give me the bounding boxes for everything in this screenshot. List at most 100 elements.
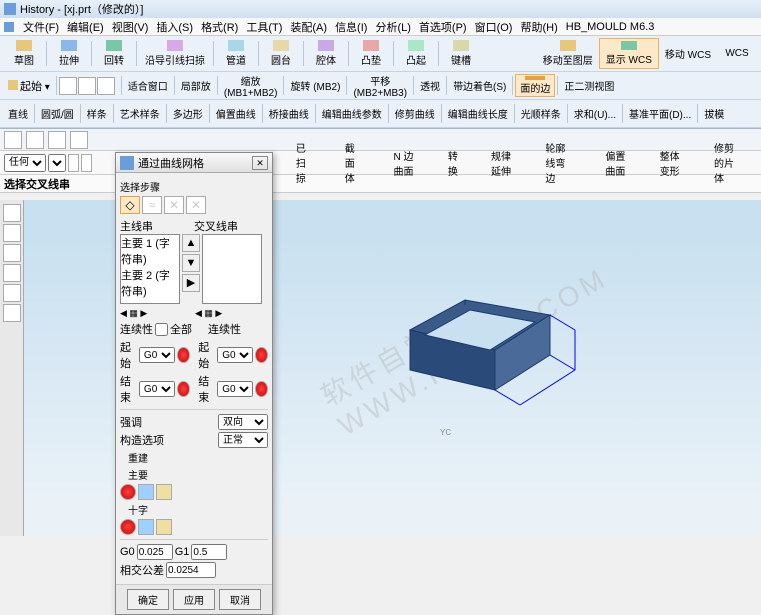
btn-edit-curve-param[interactable]: 编辑曲线参数 xyxy=(318,102,386,125)
btn-pad[interactable]: 凸垫 xyxy=(351,38,391,69)
step-4[interactable]: ✕ xyxy=(186,196,206,214)
menu-window[interactable]: 窗口(O) xyxy=(472,19,516,35)
btn-line[interactable]: 直线 xyxy=(4,102,32,125)
btn-zoom-local[interactable]: 局部放 xyxy=(177,74,215,97)
btn-spline[interactable]: 样条 xyxy=(83,102,111,125)
btn-move-wcs[interactable]: 移动 WCS xyxy=(659,38,717,69)
btn-artspline[interactable]: 艺术样条 xyxy=(116,102,164,125)
primary-opt-3[interactable] xyxy=(156,484,172,500)
tab-section[interactable]: 截面体 xyxy=(330,137,377,188)
start-btn-r[interactable] xyxy=(255,347,268,363)
btn-persp[interactable]: 透视 xyxy=(416,74,444,97)
btn-shell[interactable]: 腔体 xyxy=(306,38,346,69)
menu-format[interactable]: 格式(R) xyxy=(198,19,241,35)
step-1[interactable]: ◇ xyxy=(120,196,140,214)
btn-start[interactable]: 起始 ▾ xyxy=(4,74,54,97)
tab-profile[interactable]: 轮廓线弯边 xyxy=(530,137,588,188)
btn-fit[interactable]: 适合窗口 xyxy=(124,74,172,97)
btn-smooth-spline[interactable]: 光顺样条 xyxy=(517,102,565,125)
primary-list[interactable]: 主要 1 (字符串) 主要 2 (字符串) xyxy=(120,234,180,304)
menu-file[interactable]: 文件(F) xyxy=(20,19,62,35)
btn-trim-curve[interactable]: 修剪曲线 xyxy=(391,102,439,125)
move-right[interactable]: ▶ xyxy=(182,274,200,292)
start-g0-r[interactable]: G0 xyxy=(217,347,253,363)
move-down[interactable]: ▼ xyxy=(182,254,200,272)
toolbtn-2[interactable] xyxy=(78,77,96,95)
side-2[interactable] xyxy=(3,224,21,242)
all-checkbox[interactable] xyxy=(155,323,168,336)
primary-opt-1[interactable] xyxy=(120,484,136,500)
btn-zoom[interactable]: 缩放(MB1+MB2) xyxy=(220,74,282,97)
apply-button[interactable]: 应用 xyxy=(173,589,215,610)
dialog-close-button[interactable]: ✕ xyxy=(252,156,268,170)
btn-datum-plane[interactable]: 基准平面(D)... xyxy=(625,102,695,125)
construct-select[interactable]: 正常 xyxy=(218,432,268,448)
filter-select[interactable]: 任何 xyxy=(4,154,46,172)
cross-opt-2[interactable] xyxy=(138,519,154,535)
btn-edit-curve-len[interactable]: 编辑曲线长度 xyxy=(444,102,512,125)
menu-insert[interactable]: 插入(S) xyxy=(153,19,196,35)
cross-opt-3[interactable] xyxy=(156,519,172,535)
step-3[interactable]: ✕ xyxy=(164,196,184,214)
filter-select-2[interactable] xyxy=(48,154,66,172)
end-g0-l[interactable]: G0 xyxy=(139,381,175,397)
dialog-titlebar[interactable]: 通过曲线网格 ✕ xyxy=(116,153,272,173)
sbtn-4[interactable] xyxy=(70,131,88,149)
btn-move-layer[interactable]: 移动至图层 xyxy=(537,38,599,69)
cancel-button[interactable]: 取消 xyxy=(219,589,261,610)
btn-sum[interactable]: 求和(U)... xyxy=(570,102,620,125)
side-4[interactable] xyxy=(3,264,21,282)
tab-deform[interactable]: 整体变形 xyxy=(645,145,697,181)
menu-tools[interactable]: 工具(T) xyxy=(243,19,285,35)
btn-cone[interactable]: 圆台 xyxy=(261,38,301,69)
btn-draft[interactable]: 拔模 xyxy=(700,102,728,125)
ok-button[interactable]: 确定 xyxy=(127,589,169,610)
btn-sketch[interactable]: 草图 xyxy=(4,38,44,69)
start-g0-l[interactable]: G0 xyxy=(139,347,175,363)
tab-swept[interactable]: 已扫掠 xyxy=(281,137,328,188)
menu-hbmould[interactable]: HB_MOULD M6.3 xyxy=(563,21,658,33)
primary-opt-2[interactable] xyxy=(138,484,154,500)
menu-analysis[interactable]: 分析(L) xyxy=(372,19,413,35)
btn-polygon[interactable]: 多边形 xyxy=(169,102,207,125)
tab-trim[interactable]: 修剪的片体 xyxy=(699,137,757,188)
emphasis-select[interactable]: 双向 xyxy=(218,414,268,430)
tab-offset[interactable]: 偏置曲面 xyxy=(590,145,642,181)
sbtn-3[interactable] xyxy=(48,131,66,149)
toolbtn-1[interactable] xyxy=(59,77,77,95)
btn-pan[interactable]: 平移(MB2+MB3) xyxy=(349,74,411,97)
list-item[interactable]: 主要 2 (字符串) xyxy=(121,267,179,299)
toolbtn-3[interactable] xyxy=(97,77,115,95)
menu-edit[interactable]: 编辑(E) xyxy=(64,19,107,35)
side-6[interactable] xyxy=(3,304,21,322)
btn-sweep[interactable]: 沿导引线扫掠 xyxy=(139,38,211,69)
side-5[interactable] xyxy=(3,284,21,302)
g1-input[interactable] xyxy=(191,544,227,560)
cross-list[interactable] xyxy=(202,234,262,304)
btn-pipe[interactable]: 管道 xyxy=(216,38,256,69)
btn-shaded[interactable]: 带边着色(S) xyxy=(449,74,510,97)
tab-nside[interactable]: N 边曲面 xyxy=(378,145,430,181)
sbtn-1[interactable] xyxy=(4,131,22,149)
end-btn-l[interactable] xyxy=(177,381,190,397)
fbtn-1[interactable] xyxy=(68,154,79,172)
sbtn-2[interactable] xyxy=(26,131,44,149)
side-1[interactable] xyxy=(3,204,21,222)
side-3[interactable] xyxy=(3,244,21,262)
btn-offset-curve[interactable]: 偏置曲线 xyxy=(212,102,260,125)
step-2[interactable]: ≈ xyxy=(142,196,162,214)
menu-prefs[interactable]: 首选项(P) xyxy=(416,19,470,35)
btn-rib[interactable]: 凸起 xyxy=(396,38,436,69)
tab-law-ext[interactable]: 规律延伸 xyxy=(476,145,528,181)
fbtn-2[interactable] xyxy=(81,154,92,172)
btn-isoview[interactable]: 正二测视图 xyxy=(560,74,618,97)
start-btn-l[interactable] xyxy=(177,347,190,363)
end-g0-r[interactable]: G0 xyxy=(217,381,253,397)
btn-revolve[interactable]: 回转 xyxy=(94,38,134,69)
move-up[interactable]: ▲ xyxy=(182,234,200,252)
list-item[interactable]: 主要 1 (字符串) xyxy=(121,235,179,267)
g0-input[interactable] xyxy=(137,544,173,560)
menu-view[interactable]: 视图(V) xyxy=(109,19,152,35)
btn-arc[interactable]: 圆弧/圆 xyxy=(37,102,78,125)
menu-info[interactable]: 信息(I) xyxy=(332,19,370,35)
